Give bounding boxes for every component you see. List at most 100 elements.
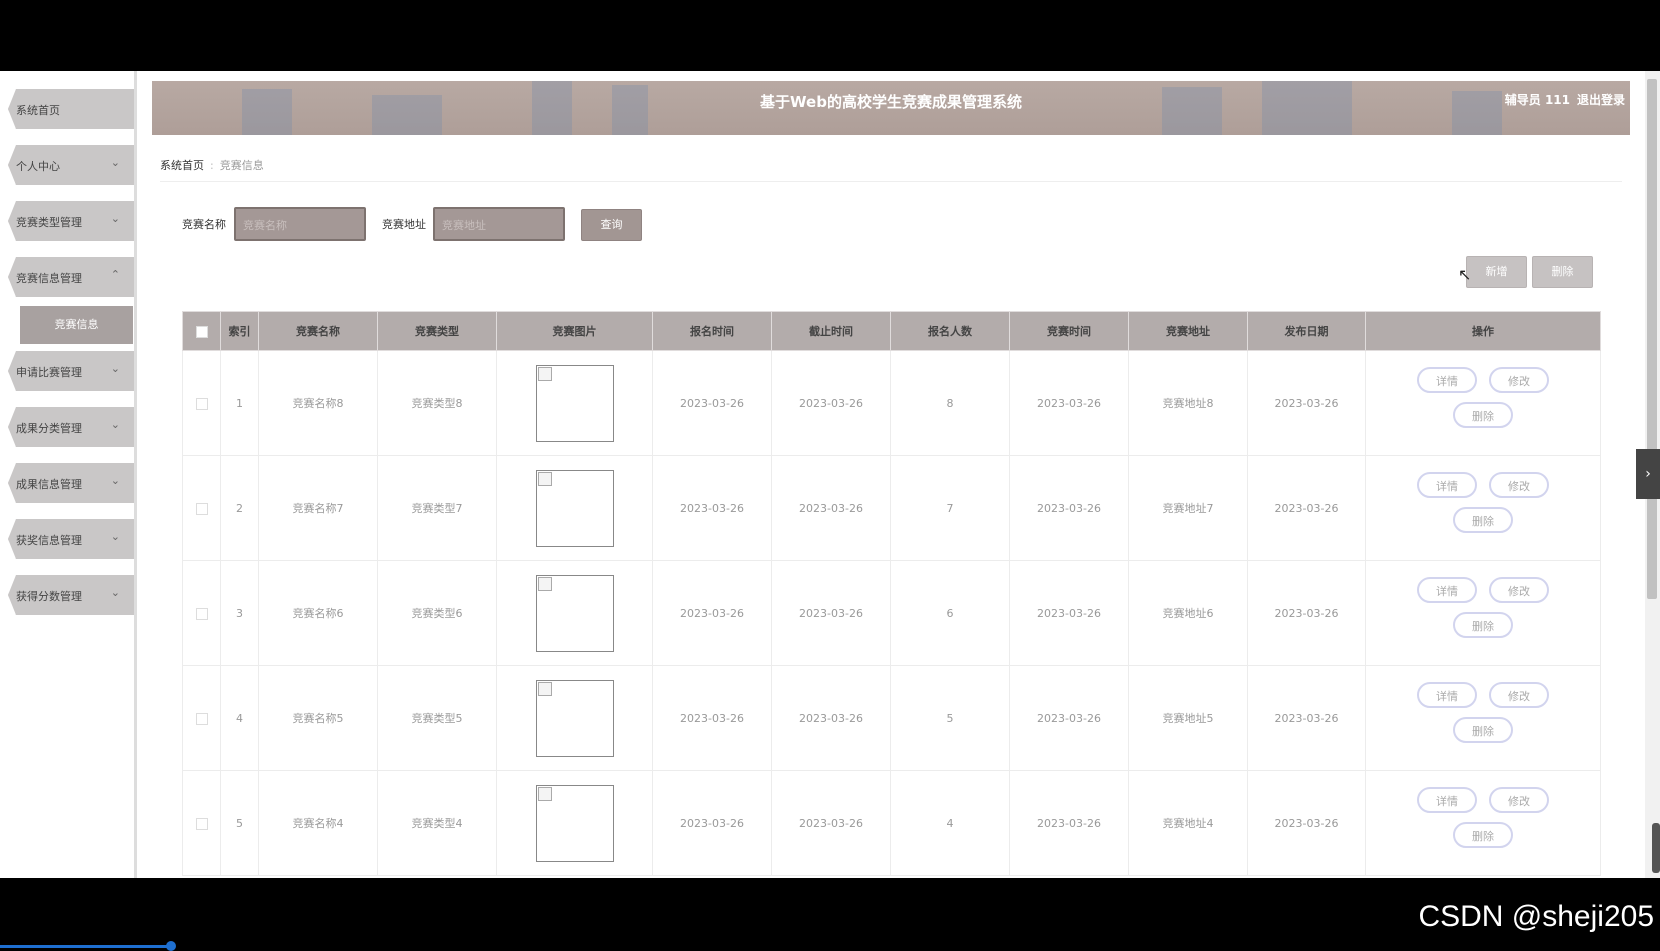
edit-button[interactable]: 修改 <box>1489 787 1549 813</box>
cell-index: 1 <box>220 350 259 456</box>
sidebar-item-label: 竞赛类型管理 <box>16 216 82 229</box>
sidebar-item-competition-info[interactable]: 竞赛信息管理 ⌃ <box>8 257 134 297</box>
table-row: 1 竞赛名称8 竞赛类型8 2023-03-26 2023-03-26 8 20… <box>182 350 1601 456</box>
cell-type: 竞赛类型4 <box>377 770 497 876</box>
cell-operations: 详情 修改 删除 <box>1365 455 1601 561</box>
cell-image <box>496 770 653 876</box>
cell-image <box>496 665 653 771</box>
cell-type: 竞赛类型6 <box>377 560 497 666</box>
sidebar-item-competition-type[interactable]: 竞赛类型管理 ⌄ <box>8 201 134 241</box>
broken-image-glyph <box>537 576 552 591</box>
cell-type: 竞赛类型7 <box>377 455 497 561</box>
row-actions: 详情 修改 删除 <box>1413 682 1553 754</box>
row-checkbox[interactable] <box>195 712 208 725</box>
cell-operations: 详情 修改 删除 <box>1365 350 1601 456</box>
cell-signup-count: 4 <box>890 770 1010 876</box>
delete-button[interactable]: 删除 <box>1453 612 1513 638</box>
broken-image-icon <box>535 364 614 442</box>
sidebar-item-personal-center[interactable]: 个人中心 ⌄ <box>8 145 134 185</box>
broken-image-icon <box>535 574 614 652</box>
breadcrumb-home[interactable]: 系统首页 <box>160 159 204 172</box>
batch-delete-button[interactable]: 删除 <box>1532 256 1593 288</box>
app-title: 基于Web的高校学生竞赛成果管理系统 <box>760 93 1022 111</box>
cell-signup-time: 2023-03-26 <box>652 665 772 771</box>
sidebar-item-label: 申请比赛管理 <box>16 366 82 379</box>
row-checkbox[interactable] <box>195 502 208 515</box>
chevron-down-icon: ⌄ <box>110 156 120 169</box>
edit-button[interactable]: 修改 <box>1489 682 1549 708</box>
sidebar-item-score[interactable]: 获得分数管理 ⌄ <box>8 575 134 615</box>
cell-name: 竞赛名称6 <box>258 560 378 666</box>
sidebar-subitem-competition-info[interactable]: 竞赛信息 <box>20 306 133 344</box>
delete-button[interactable]: 删除 <box>1453 822 1513 848</box>
detail-button[interactable]: 详情 <box>1417 682 1477 708</box>
column-header: 发布日期 <box>1247 311 1366 351</box>
delete-button[interactable]: 删除 <box>1453 402 1513 428</box>
row-actions: 详情 修改 删除 <box>1413 577 1553 649</box>
sidebar-item-label: 成果分类管理 <box>16 422 82 435</box>
column-header: 报名人数 <box>890 311 1010 351</box>
logout-link[interactable]: 退出登录 <box>1577 91 1625 108</box>
edit-button[interactable]: 修改 <box>1489 577 1549 603</box>
chevron-right-icon[interactable]: › <box>1636 449 1660 499</box>
scroll-handle[interactable] <box>1652 823 1660 873</box>
row-checkbox[interactable] <box>195 817 208 830</box>
cell-address: 竞赛地址8 <box>1128 350 1248 456</box>
sidebar-item-home[interactable]: 系统首页 <box>8 89 134 129</box>
chevron-down-icon: ⌄ <box>110 418 120 431</box>
sidebar-item-result-category[interactable]: 成果分类管理 ⌄ <box>8 407 134 447</box>
chevron-down-icon: ⌄ <box>110 362 120 375</box>
row-actions: 详情 修改 删除 <box>1413 787 1553 859</box>
search-name-input[interactable] <box>241 213 363 237</box>
cell-image <box>496 455 653 561</box>
sidebar-item-award-info[interactable]: 获奖信息管理 ⌄ <box>8 519 134 559</box>
detail-button[interactable]: 详情 <box>1417 472 1477 498</box>
delete-button[interactable]: 删除 <box>1453 507 1513 533</box>
breadcrumb-separator: : <box>210 159 214 172</box>
detail-button[interactable]: 详情 <box>1417 367 1477 393</box>
detail-button[interactable]: 详情 <box>1417 577 1477 603</box>
broken-image-icon <box>535 784 614 862</box>
cell-competition-time: 2023-03-26 <box>1009 665 1129 771</box>
cell-competition-time: 2023-03-26 <box>1009 350 1129 456</box>
column-header: 竞赛类型 <box>377 311 497 351</box>
sidebar-item-label: 获奖信息管理 <box>16 534 82 547</box>
cell-index: 2 <box>220 455 259 561</box>
edit-button[interactable]: 修改 <box>1489 367 1549 393</box>
cell-address: 竞赛地址7 <box>1128 455 1248 561</box>
chevron-down-icon: ⌄ <box>110 474 120 487</box>
column-header: 索引 <box>220 311 259 351</box>
cell-operations: 详情 修改 删除 <box>1365 770 1601 876</box>
detail-button[interactable]: 详情 <box>1417 787 1477 813</box>
delete-button[interactable]: 删除 <box>1453 717 1513 743</box>
sidebar-item-result-info[interactable]: 成果信息管理 ⌄ <box>8 463 134 503</box>
scrollbar-thumb[interactable] <box>1647 79 1657 599</box>
cell-name: 竞赛名称7 <box>258 455 378 561</box>
table-row: 4 竞赛名称5 竞赛类型5 2023-03-26 2023-03-26 5 20… <box>182 665 1601 771</box>
cell-name: 竞赛名称4 <box>258 770 378 876</box>
search-address-input[interactable] <box>440 213 562 237</box>
video-progress-bar[interactable] <box>0 945 172 948</box>
query-button[interactable]: 查询 <box>581 209 642 241</box>
cell-image <box>496 560 653 666</box>
row-select-cell <box>182 455 221 561</box>
cell-competition-time: 2023-03-26 <box>1009 455 1129 561</box>
sidebar-item-apply-competition[interactable]: 申请比赛管理 ⌄ <box>8 351 134 391</box>
competition-table: 索引 竞赛名称 竞赛类型 竞赛图片 报名时间 截止时间 报名人数 竞赛时间 竞赛… <box>182 311 1601 876</box>
add-button[interactable]: 新增 <box>1466 256 1527 288</box>
broken-image-glyph <box>537 786 552 801</box>
cell-type: 竞赛类型5 <box>377 665 497 771</box>
select-all-checkbox[interactable] <box>195 325 208 338</box>
cell-competition-time: 2023-03-26 <box>1009 770 1129 876</box>
row-checkbox[interactable] <box>195 607 208 620</box>
edit-button[interactable]: 修改 <box>1489 472 1549 498</box>
breadcrumb-current: 竞赛信息 <box>219 159 264 172</box>
sidebar-item-label: 个人中心 <box>16 160 60 173</box>
cell-index: 3 <box>220 560 259 666</box>
chevron-down-icon: ⌄ <box>110 586 120 599</box>
sidebar-item-label: 成果信息管理 <box>16 478 82 491</box>
row-checkbox[interactable] <box>195 397 208 410</box>
cell-deadline: 2023-03-26 <box>771 560 891 666</box>
cell-operations: 详情 修改 删除 <box>1365 665 1601 771</box>
mouse-cursor-icon: ↖ <box>1458 265 1472 284</box>
